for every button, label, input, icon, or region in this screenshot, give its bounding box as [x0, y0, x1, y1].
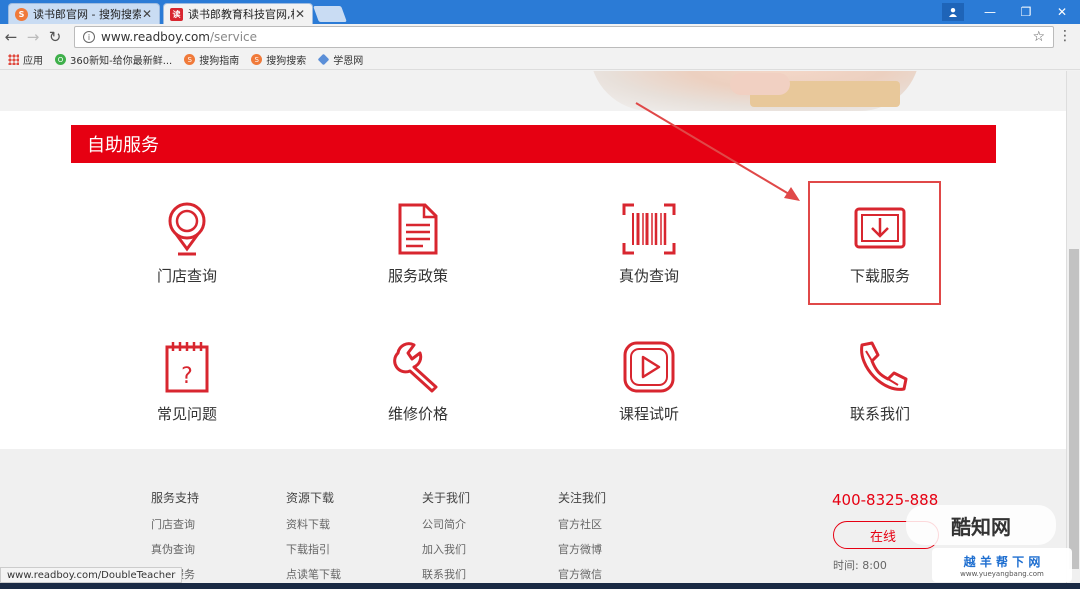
footer-link[interactable]: 下载指引 [286, 541, 341, 557]
service-label: 课程试听 [618, 405, 679, 423]
footer-heading: 关于我们 [422, 491, 471, 505]
readboy-icon: 读 [170, 7, 183, 21]
status-bar-url: www.readboy.com/DoubleTeacher [0, 567, 183, 583]
footer-column-follow: 关注我们 官方社区 官方微博 官方微信 [558, 489, 606, 589]
bookmark-360[interactable]: O 360新知-给你最新鲜... [55, 52, 172, 67]
site-info-icon[interactable]: i [83, 31, 95, 43]
footer-link[interactable]: 官方微信 [558, 566, 606, 582]
address-bar[interactable]: i www.readboy.com/service ☆ [74, 26, 1054, 48]
bookmark-label: 应用 [23, 56, 43, 67]
url-host: www.readboy.com [101, 30, 210, 44]
bookmark-label: 360新知-给你最新鲜... [70, 56, 173, 67]
watermark-yueyangbang: 越 羊 帮 下 网 www.yueyangbang.com [932, 548, 1072, 582]
service-label: 联系我们 [849, 405, 910, 423]
bookmark-label: 搜狗搜索 [266, 56, 307, 67]
service-label: 维修价格 [387, 405, 448, 423]
bookmark-star-icon[interactable]: ☆ [1032, 29, 1045, 45]
sogou-icon: S [15, 7, 28, 21]
browser-tab-2[interactable]: 读 读书郎教育科技官网,相信... ✕ [163, 3, 313, 24]
tab-strip: S 读书郎官网 - 搜狗搜索 ✕ 读 读书郎教育科技官网,相信... ✕ — ❐… [0, 0, 1080, 24]
forward-icon[interactable]: → [22, 28, 44, 46]
page-viewport: 自助服务 门店查询 服务政策 真伪查询 下载服务 ? 常见问题 维修价格 课程试… [0, 71, 1066, 589]
bookmark-sogou-guide[interactable]: S 搜狗指南 [184, 52, 239, 67]
watermark-kuzhi: 酷知网 [906, 505, 1056, 545]
work-time: 时间: 8:00 [833, 559, 887, 572]
bookmarks-bar: 应用 O 360新知-给你最新鲜... S 搜狗指南 S 搜狗搜索 学恩网 [0, 50, 1080, 70]
watermark-url: www.yueyangbang.com [960, 569, 1044, 578]
footer-link[interactable]: 公司简介 [422, 516, 470, 532]
footer-column-about: 关于我们 公司简介 加入我们 联系我们 [422, 489, 470, 589]
os-taskbar [0, 583, 1080, 589]
sogou-icon: S [184, 54, 196, 65]
watermark-text: 酷知网 [951, 514, 1011, 539]
footer-heading: 资源下载 [286, 491, 335, 505]
reload-icon[interactable]: ↻ [44, 28, 66, 46]
footer-column-downloads: 资源下载 资料下载 下载指引 点读笔下载 [286, 489, 341, 589]
footer-link[interactable]: 加入我们 [422, 541, 470, 557]
browser-tab-1[interactable]: S 读书郎官网 - 搜狗搜索 ✕ [8, 3, 160, 24]
tab-close-icon[interactable]: ✕ [141, 7, 153, 21]
tab-title: 读书郎官网 - 搜狗搜索 [33, 8, 141, 21]
bookmark-xueen[interactable]: 学恩网 [317, 52, 364, 67]
footer-link[interactable]: 真伪查询 [151, 541, 199, 557]
footer-heading: 关注我们 [558, 491, 607, 505]
user-profile-icon[interactable] [942, 3, 964, 21]
new-tab-button[interactable] [313, 6, 347, 22]
url-path: /service [209, 30, 258, 44]
sogou-icon: S [251, 54, 263, 65]
scrollbar-thumb[interactable] [1069, 249, 1079, 569]
footer-link[interactable]: 联系我们 [422, 566, 470, 582]
browser-toolbar: ← → ↻ i www.readboy.com/service ☆ [0, 24, 1080, 50]
footer-link[interactable]: 门店查询 [151, 516, 199, 532]
minimize-icon[interactable]: — [972, 0, 1008, 24]
service-label: 常见问题 [156, 405, 217, 423]
page-scrollbar[interactable] [1066, 71, 1080, 589]
tab-title: 读书郎教育科技官网,相信... [188, 8, 294, 21]
360-icon: O [55, 54, 66, 65]
diamond-icon [317, 53, 330, 66]
window-controls: — ❐ ✕ [934, 0, 1080, 24]
footer-link[interactable]: 官方社区 [558, 516, 606, 532]
footer-heading: 服务支持 [151, 491, 200, 505]
footer-link[interactable]: 官方微博 [558, 541, 606, 557]
back-icon[interactable]: ← [0, 28, 22, 46]
online-button-label: 在线 [870, 529, 897, 545]
footer-link[interactable]: 资料下载 [286, 516, 341, 532]
bookmark-label: 搜狗指南 [199, 56, 240, 67]
apps-icon [8, 54, 19, 65]
close-window-icon[interactable]: ✕ [1044, 0, 1080, 24]
annotation-arrow [635, 102, 800, 201]
url-text: www.readboy.com/service [101, 30, 257, 44]
restore-icon[interactable]: ❐ [1008, 0, 1044, 24]
watermark-title: 越 羊 帮 下 网 [963, 554, 1041, 569]
bookmark-sogou-search[interactable]: S 搜狗搜索 [251, 52, 306, 67]
footer-link[interactable]: 点读笔下载 [286, 566, 341, 582]
bookmark-label: 学恩网 [333, 56, 364, 67]
browser-menu-icon[interactable]: ⋮ [1058, 28, 1072, 44]
bookmark-apps[interactable]: 应用 [8, 52, 43, 67]
tab-close-icon[interactable]: ✕ [294, 7, 306, 21]
